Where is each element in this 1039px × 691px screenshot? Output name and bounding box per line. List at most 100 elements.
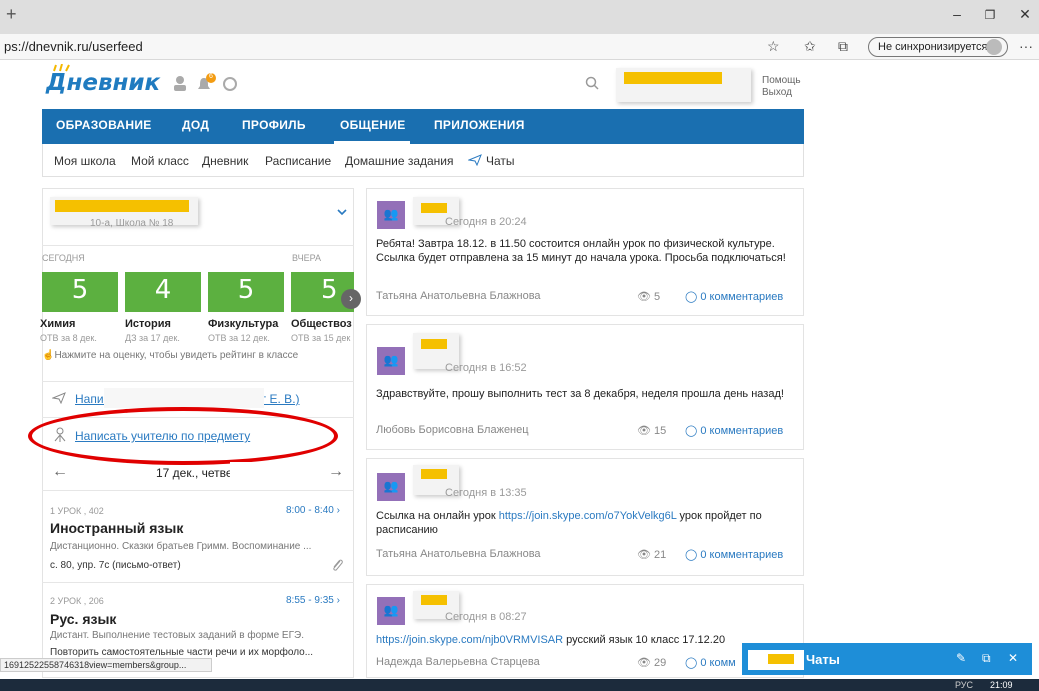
status-url: 16912522558746318view=members&group... — [0, 658, 212, 672]
edit-icon[interactable]: ✎ — [956, 651, 972, 667]
chevron-down-icon[interactable] — [337, 208, 347, 219]
sync-label: Не синхронизируется — [878, 41, 988, 53]
chat-label[interactable]: Чаты — [806, 652, 840, 667]
rating-hint: ☝Нажмите на оценку, чтобы увидеть рейтин… — [42, 350, 299, 361]
lesson-meta: 2 УРОК , 206 — [50, 596, 104, 606]
group-avatar-icon[interactable]: 👥 — [377, 473, 405, 501]
close-chat-icon[interactable]: ✕ — [1008, 651, 1024, 667]
nav-dod[interactable]: ДОД — [182, 118, 209, 132]
school-label: 10-а, Школа № 18 — [90, 218, 174, 229]
grade-tile[interactable]: 5 — [42, 272, 118, 312]
comments-link[interactable]: ◯ 0 комм — [685, 656, 736, 669]
lesson-desc: Дистант. Выполнение тестовых заданий в ф… — [50, 630, 304, 641]
new-tab-button[interactable]: + — [6, 4, 17, 25]
subnav-homework[interactable]: Домашние задания — [345, 154, 454, 168]
lesson-meta: 1 УРОК , 402 — [50, 506, 104, 516]
redaction-mark — [421, 469, 447, 479]
subnav-my-class[interactable]: Мой класс — [131, 154, 189, 168]
grade-subject: Физкультура — [208, 318, 279, 330]
send-icon — [467, 154, 482, 169]
lesson-title[interactable]: Иностранный язык — [50, 520, 183, 536]
skype-link[interactable]: https://join.skype.com/njb0VRMVISAR — [376, 634, 563, 646]
activity-icon[interactable] — [222, 76, 238, 97]
close-window-button[interactable]: ✕ — [1010, 6, 1039, 23]
minimize-button[interactable]: – — [942, 6, 972, 22]
subnav-chats[interactable]: Чаты — [486, 154, 515, 168]
grade-detail: ОТВ за 12 дек. — [208, 333, 270, 343]
comments-link[interactable]: ◯ 0 комментариев — [685, 424, 783, 437]
search-icon[interactable] — [585, 76, 599, 93]
group-avatar-icon[interactable]: 👥 — [377, 597, 405, 625]
post-time: Сегодня в 08:27 — [445, 611, 527, 623]
nav-communication[interactable]: ОБЩЕНИЕ — [340, 118, 406, 132]
help-link[interactable]: Помощь — [762, 75, 801, 87]
skype-link[interactable]: https://join.skype.com/o7YokVelkg6L — [499, 510, 677, 522]
grade-tile[interactable]: 4 — [125, 272, 201, 312]
today-label: СЕГОДНЯ — [42, 253, 85, 263]
post-text: https://join.skype.com/njb0VRMVISAR русс… — [376, 634, 726, 646]
yesterday-label: ВЧЕРА — [292, 253, 322, 263]
feed-post: 👥 Сегодня в 08:27 https://join.skype.com… — [366, 584, 804, 678]
redaction-block — [104, 388, 264, 408]
post-text: Ребята! Завтра 18.12. в 11.50 состоится … — [376, 238, 786, 264]
next-grades-icon[interactable]: › — [341, 289, 361, 309]
redaction-block — [230, 462, 290, 480]
nav-profile[interactable]: ПРОФИЛЬ — [242, 118, 306, 132]
next-day-arrow[interactable]: → — [328, 463, 344, 481]
logout-link[interactable]: Выход — [762, 87, 801, 99]
comments-link[interactable]: ◯ 0 комментариев — [685, 548, 783, 561]
divider — [42, 582, 354, 583]
feed-post: 👥 Сегодня в 13:35 Ссылка на онлайн урок … — [366, 458, 804, 576]
post-text: Ссылка на онлайн урок https://join.skype… — [376, 510, 762, 536]
redaction-mark — [768, 654, 794, 664]
nav-education[interactable]: ОБРАЗОВАНИЕ — [56, 118, 152, 132]
post-author[interactable]: Татьяна Анатольевна Блажнова — [376, 548, 541, 560]
prev-day-arrow[interactable]: ← — [52, 463, 68, 481]
redaction-mark — [421, 203, 447, 213]
subnav-diary[interactable]: Дневник — [202, 154, 248, 168]
lesson-homework: с. 80, упр. 7с (письмо-ответ) — [50, 560, 181, 571]
post-time: Сегодня в 13:35 — [445, 487, 527, 499]
nav-apps[interactable]: ПРИЛОЖЕНИЯ — [434, 118, 525, 132]
paperclip-icon[interactable] — [331, 558, 343, 575]
popout-icon[interactable]: ⧉ — [982, 651, 998, 667]
redaction-mark — [55, 200, 189, 212]
redaction-mark — [624, 72, 722, 84]
group-avatar-icon[interactable]: 👥 — [377, 347, 405, 375]
post-author[interactable]: Любовь Борисовна Блаженец — [376, 424, 529, 436]
favorites-list-icon[interactable]: ✩ — [804, 38, 816, 55]
user-icon[interactable] — [173, 76, 187, 97]
url-text[interactable]: ps://dnevnik.ru/userfeed — [4, 39, 143, 54]
divider — [42, 381, 354, 382]
grade-detail: ДЗ за 17 дек. — [125, 333, 180, 343]
lesson-title[interactable]: Рус. язык — [50, 611, 116, 627]
favorite-star-icon[interactable]: ☆ — [767, 38, 780, 55]
feed-post: 👥 Сегодня в 16:52 Здравствуйте, прошу вы… — [366, 324, 804, 450]
profile-avatar-icon[interactable] — [986, 39, 1002, 55]
post-time: Сегодня в 20:24 — [445, 216, 527, 228]
views-count: 👁 15 — [637, 425, 667, 437]
subnav-my-school[interactable]: Моя школа — [54, 154, 116, 168]
maximize-button[interactable]: ❐ — [975, 8, 1005, 22]
subnav-schedule[interactable]: Расписание — [265, 154, 331, 168]
taskbar-lang[interactable]: РУС — [955, 680, 973, 690]
lesson-time[interactable]: 8:55 - 9:35 › — [286, 595, 340, 606]
grade-tile[interactable]: 5 — [208, 272, 284, 312]
grade-subject: Химия — [40, 318, 76, 330]
hand-icon: ☝ — [42, 350, 55, 361]
lesson-time[interactable]: 8:00 - 8:40 › — [286, 505, 340, 516]
site-logo[interactable]: Дневник — [46, 70, 160, 96]
help-links: Помощь Выход — [762, 75, 801, 99]
grade-subject: Обществоз — [291, 318, 352, 330]
comments-link[interactable]: ◯ 0 комментариев — [685, 290, 783, 303]
feed-post: 👥 Сегодня в 20:24 Ребята! Завтра 18.12. … — [366, 188, 804, 316]
post-author[interactable]: Татьяна Анатольевна Блажнова — [376, 290, 541, 302]
redaction-mark — [421, 595, 447, 605]
main-nav — [42, 109, 804, 144]
post-author[interactable]: Надежда Валерьевна Старцева — [376, 656, 540, 668]
views-count: 👁 29 — [637, 657, 667, 669]
collections-icon[interactable]: ⧉ — [838, 38, 848, 55]
more-menu-icon[interactable]: ··· — [1019, 38, 1033, 54]
group-avatar-icon[interactable]: 👥 — [377, 201, 405, 229]
divider — [42, 490, 354, 491]
